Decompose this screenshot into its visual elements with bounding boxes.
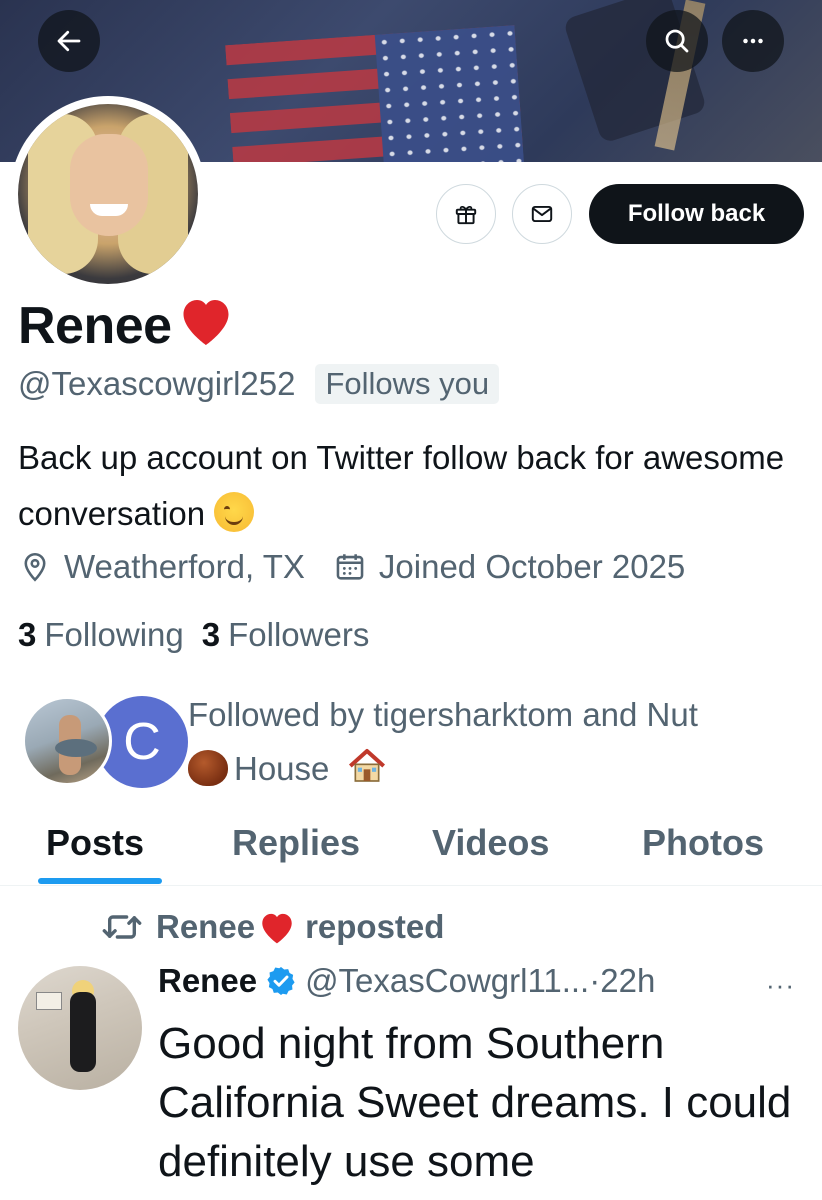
chestnut-emoji [188, 750, 228, 786]
arrow-left-icon [57, 30, 81, 52]
profile-handle: @Texascowgirl252 [18, 365, 296, 402]
envelope-icon [531, 205, 553, 223]
gift-icon [455, 205, 477, 225]
post-time-separator: · [589, 962, 601, 999]
joined-text: Joined October 2025 [378, 548, 686, 585]
repost-user[interactable]: Renee [156, 908, 255, 946]
following-link[interactable]: 3 Following [18, 616, 184, 654]
back-button[interactable] [38, 10, 100, 72]
tab-photos[interactable]: Photos [642, 822, 764, 864]
profile-meta: Weatherford, TX Joined October 2025 [18, 548, 713, 586]
more-horizontal-icon [743, 38, 763, 44]
followed-by-text: Followed by tigersharktom and Nut House [188, 688, 808, 796]
repost-icon [102, 915, 142, 939]
post-text: Good night from Southern California Swee… [158, 1019, 792, 1186]
tab-replies[interactable]: Replies [232, 822, 360, 864]
search-icon [665, 29, 689, 53]
post-header: Renee @TexasCowgrl11... · 22h [158, 962, 808, 1000]
calendar-icon [336, 554, 364, 580]
profile-bio: Back up account on Twitter follow back f… [18, 430, 808, 542]
followed-by-line1: Followed by tigersharktom and Nut [188, 696, 698, 733]
post-author-avatar[interactable] [18, 966, 142, 1090]
following-label: Following [44, 616, 184, 653]
tab-videos[interactable]: Videos [432, 822, 549, 864]
gift-button[interactable] [436, 184, 496, 244]
followed-by-line2: House [234, 750, 330, 787]
follow-back-button[interactable]: Follow back [589, 184, 804, 244]
follow-counts: 3 Following 3 Followers [18, 616, 369, 654]
following-count: 3 [18, 616, 37, 653]
profile-avatar[interactable] [10, 96, 206, 292]
followed-by-row[interactable]: C Followed by tigersharktom and Nut Hous… [22, 688, 812, 798]
location-icon [24, 552, 46, 582]
post-author-name[interactable]: Renee [158, 962, 257, 1000]
bio-text: Back up account on Twitter follow back f… [18, 439, 785, 532]
followers-link[interactable]: 3 Followers [202, 616, 370, 654]
more-button[interactable] [722, 10, 784, 72]
location-text: Weatherford, TX [64, 548, 305, 585]
post-time[interactable]: 22h [600, 962, 655, 1000]
followers-label: Followers [228, 616, 370, 653]
search-button[interactable] [646, 10, 708, 72]
heart-emoji [262, 913, 292, 944]
followers-count: 3 [201, 616, 221, 653]
post-more-button[interactable]: ··· [766, 970, 795, 1001]
smiling-emoji [214, 492, 255, 532]
profile-name: Renee [18, 292, 236, 360]
profile-tabs: Posts Replies Videos Photos [0, 800, 822, 886]
verified-badge-icon [267, 967, 295, 995]
repost-indicator: Renee reposted [102, 908, 444, 946]
message-button[interactable] [512, 184, 572, 244]
follower-avatar [22, 696, 112, 786]
active-tab-indicator [38, 878, 162, 884]
follows-you-badge: Follows you [315, 364, 500, 404]
post-author-handle: @TexasCowgrl11... [305, 962, 590, 999]
heart-emoji [176, 292, 236, 360]
house-emoji [348, 749, 385, 782]
handle-row: @Texascowgirl252 Follows you [18, 364, 500, 404]
profile-name-text: Renee [18, 297, 172, 355]
repost-label: reposted [305, 908, 445, 945]
tab-posts[interactable]: Posts [46, 822, 144, 864]
banner-flag-graphic [225, 25, 525, 162]
